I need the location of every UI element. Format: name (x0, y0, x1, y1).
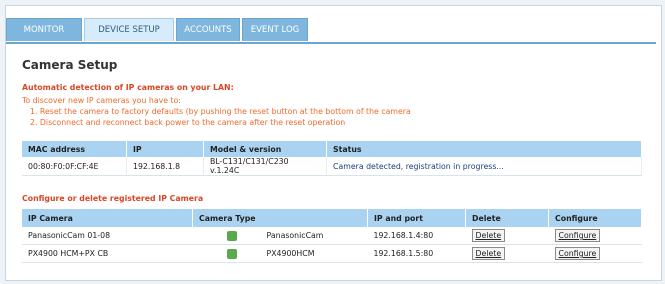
cell-configure: Configure (548, 244, 642, 263)
cell-camera-type: PanasonicCam (192, 227, 368, 245)
cell-delete: Delete (465, 244, 549, 263)
camera-icon (226, 248, 237, 259)
tab-event-log[interactable]: EVENT LOG (242, 18, 308, 41)
instructions-step1: 1. Reset the camera to factory defaults … (30, 107, 411, 116)
tab-device-setup[interactable]: DEVICE SETUP (84, 18, 174, 41)
cell-delete: Delete (465, 227, 549, 245)
col-mac: MAC address (22, 141, 127, 157)
instructions-step2: 2. Disconnect and reconnect back power t… (30, 118, 346, 127)
tab-accounts[interactable]: ACCOUNTS (176, 18, 240, 41)
registered-cameras-table: IP Camera Camera Type IP and port Delete… (22, 209, 642, 263)
table-row: PanasonicCam 01-08 PanasonicCam 192.168.… (22, 227, 642, 245)
table-row: 00:80:F0:0F:CF:4E 192.168.1.8 BL-C131/C1… (22, 157, 642, 176)
cell-mac: 00:80:F0:0F:CF:4E (22, 157, 127, 176)
nav-tabs: MONITOR DEVICE SETUP ACCOUNTS EVENT LOG (6, 18, 656, 42)
col-model: Model & version (203, 141, 327, 157)
instructions: To discover new IP cameras you have to: … (22, 95, 411, 128)
delete-button[interactable]: Delete (471, 247, 506, 260)
auto-detect-title: Automatic detection of IP cameras on you… (22, 83, 234, 92)
cell-ip-port: 192.168.1.5:80 (367, 244, 466, 263)
cell-ip-port: 192.168.1.4:80 (367, 227, 466, 245)
cell-camera-name: PX4900 HCM+PX CB (22, 244, 193, 263)
col-ip: IP (126, 141, 204, 157)
col-configure: Configure (548, 209, 642, 227)
instructions-intro: To discover new IP cameras you have to: (22, 96, 181, 105)
col-ip-camera: IP Camera (22, 209, 193, 227)
cell-status: Camera detected, registration in progres… (326, 157, 642, 176)
detected-cameras-table: MAC address IP Model & version Status 00… (22, 141, 642, 176)
cell-camera-name: PanasonicCam 01-08 (22, 227, 193, 245)
table-row: PX4900 HCM+PX CB PX4900HCM 192.168.1.5:8… (22, 244, 642, 263)
col-status: Status (326, 141, 642, 157)
configure-button[interactable]: Configure (554, 229, 601, 242)
cell-configure: Configure (548, 227, 642, 245)
col-delete: Delete (465, 209, 549, 227)
camera-icon (226, 230, 237, 241)
cell-camera-type: PX4900HCM (192, 244, 368, 263)
col-camera-type: Camera Type (192, 209, 368, 227)
cell-model: BL-C131/C131/C230 v.1.24C (203, 157, 327, 176)
camera-type-label: PX4900HCM (266, 248, 315, 258)
cell-ip: 192.168.1.8 (126, 157, 204, 176)
camera-type-label: PanasonicCam (266, 230, 324, 240)
col-ip-port: IP and port (367, 209, 466, 227)
delete-button[interactable]: Delete (471, 229, 506, 242)
registered-title: Configure or delete registered IP Camera (22, 194, 204, 203)
tab-monitor[interactable]: MONITOR (6, 18, 82, 41)
page-title: Camera Setup (22, 58, 118, 72)
configure-button[interactable]: Configure (554, 247, 601, 260)
tab-divider (6, 42, 656, 44)
